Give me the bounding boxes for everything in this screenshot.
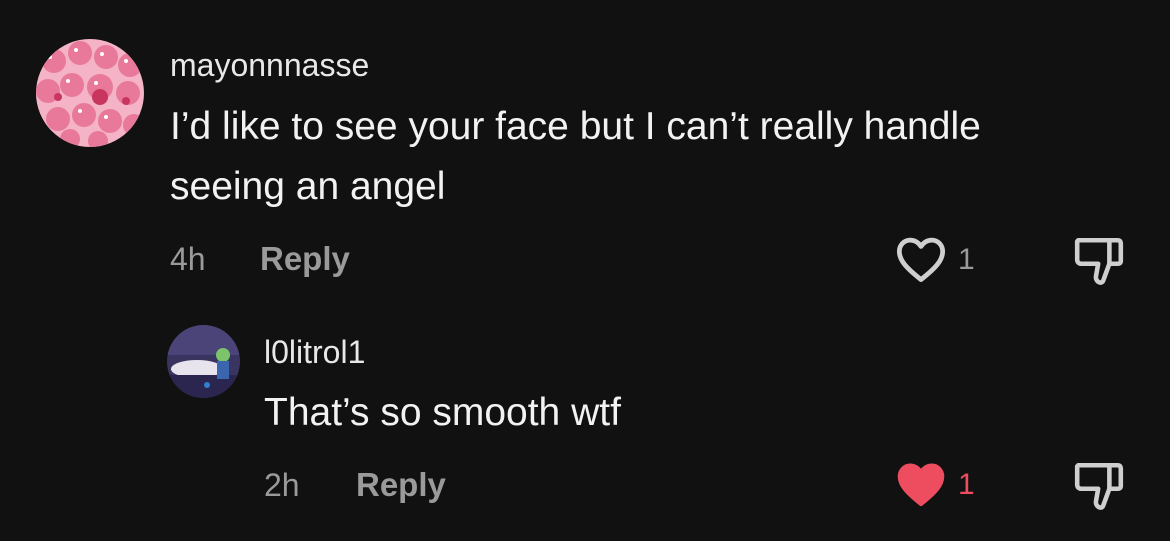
thumbs-down-icon[interactable] — [1072, 234, 1126, 286]
avatar[interactable] — [36, 39, 144, 147]
like-count: 1 — [958, 243, 975, 276]
comment-text: That’s so smooth wtf — [264, 391, 621, 434]
thumbs-down-icon[interactable] — [1072, 459, 1126, 511]
avatar[interactable] — [167, 325, 240, 398]
comment-username[interactable]: mayonnnasse — [170, 47, 369, 84]
comment-text: I’d like to see your face but I can’t re… — [170, 105, 981, 208]
like-count: 1 — [958, 468, 975, 501]
comment-time: 4h — [170, 241, 206, 277]
reply-button[interactable]: Reply — [260, 240, 350, 278]
avatar-image — [36, 39, 144, 147]
comment-username[interactable]: l0litrol1 — [264, 334, 365, 371]
heart-icon[interactable] — [895, 460, 947, 508]
reply-button[interactable]: Reply — [356, 466, 446, 504]
avatar-image — [167, 325, 240, 398]
comment-time: 2h — [264, 467, 300, 503]
heart-icon[interactable] — [895, 235, 947, 283]
